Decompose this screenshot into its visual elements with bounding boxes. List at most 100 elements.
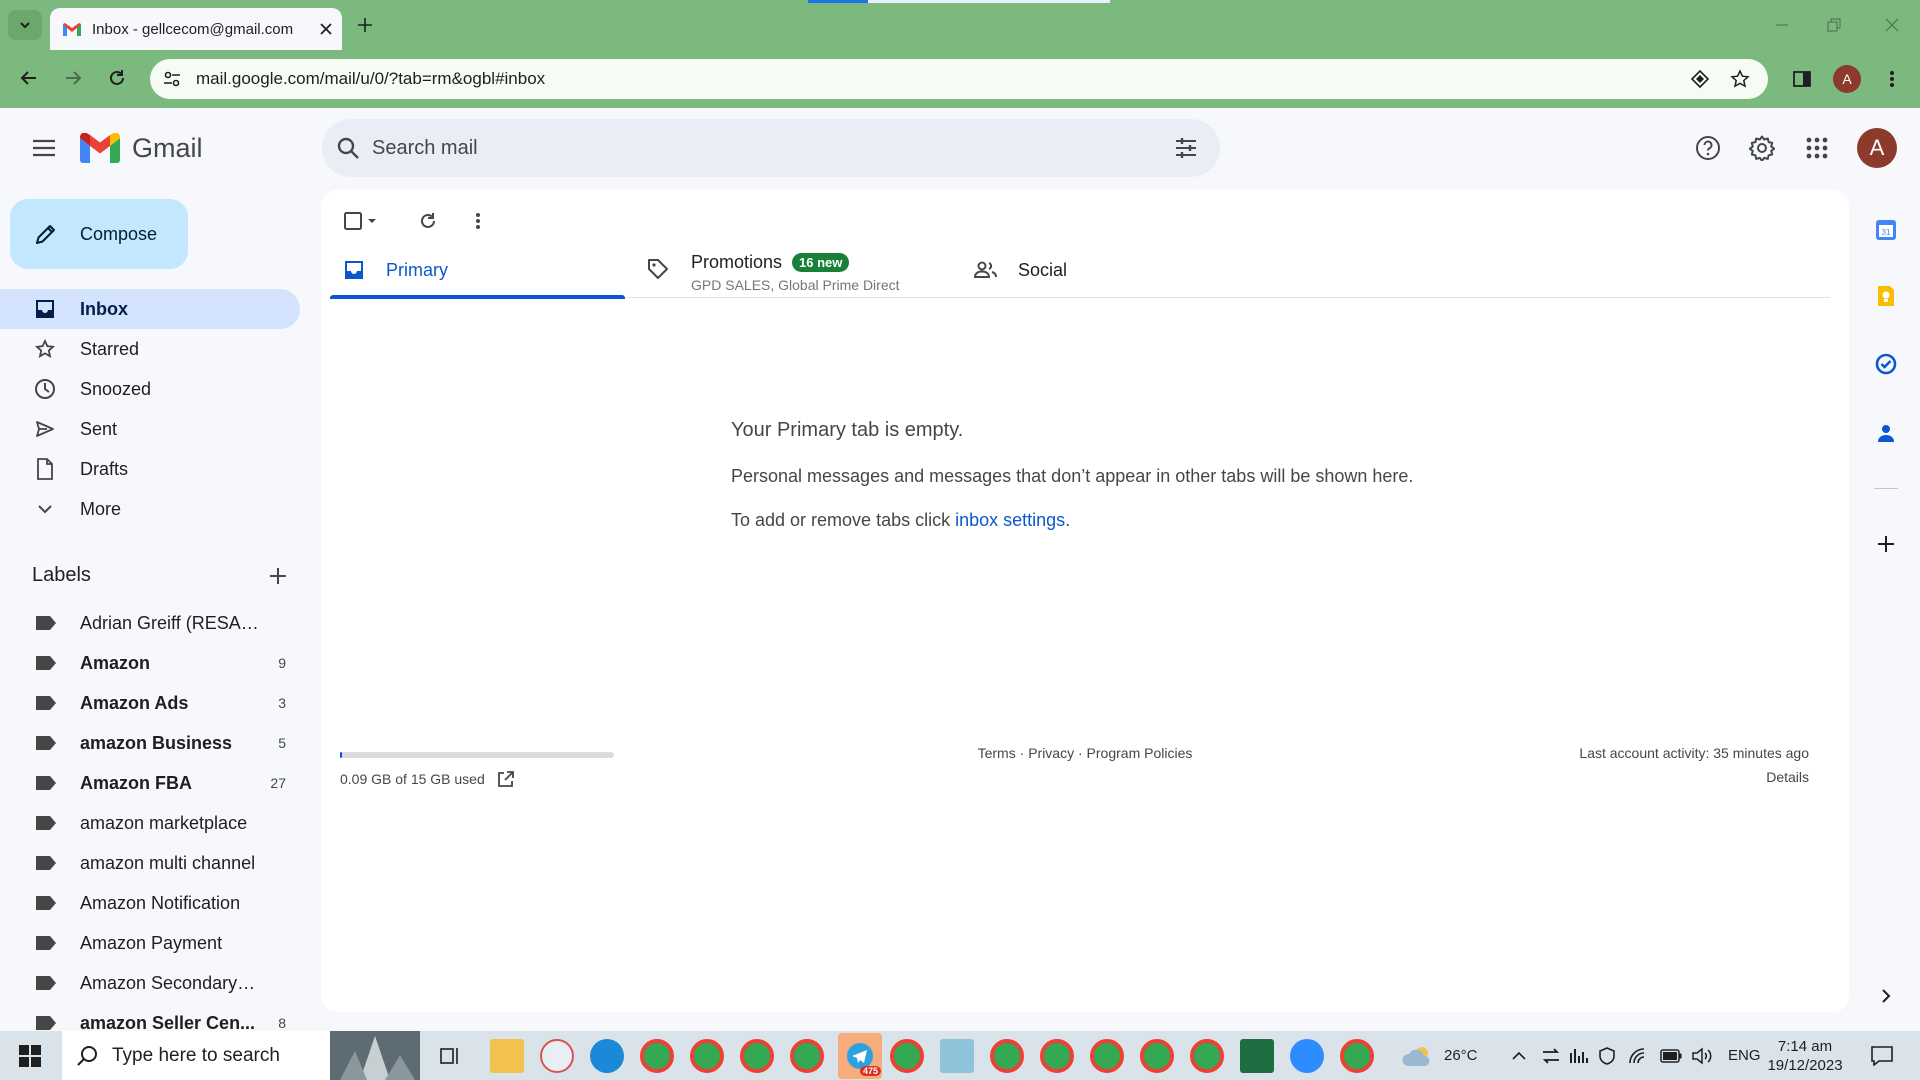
tab-social[interactable]: Social [970,242,1250,298]
chrome-taskbar-icon[interactable] [1140,1039,1174,1073]
address-bar[interactable]: mail.google.com/mail/u/0/?tab=rm&ogbl#in… [150,59,1768,99]
get-addons-button[interactable] [1862,520,1910,568]
label-item[interactable]: amazon Business 5 [0,723,300,763]
label-item[interactable]: Amazon Notification [0,883,300,923]
nav-item-snoozed[interactable]: Snoozed [0,369,300,409]
clock-date: 19/12/2023 [1767,1056,1843,1074]
create-label-button[interactable] [262,560,294,592]
bookmark-star-icon[interactable] [1730,69,1750,89]
chrome-taskbar-icon[interactable] [790,1039,824,1073]
side-panel-button[interactable] [1786,63,1818,95]
search-options-icon[interactable] [1174,136,1198,160]
minimize-button[interactable] [1762,10,1802,40]
activity-icon [1570,1048,1588,1063]
chrome-taskbar-icon[interactable] [740,1039,774,1073]
label-item[interactable]: Adrian Greiff (RESALE C... [0,603,300,643]
nav-item-inbox[interactable]: Inbox [0,289,300,329]
calendar-app-button[interactable]: 31 [1862,206,1910,254]
gmail-logo[interactable]: Gmail [80,130,203,166]
label-tag-icon [36,776,56,790]
forward-button[interactable] [56,61,90,95]
label-name: Amazon Secondary Invit... [80,972,260,993]
details-link[interactable]: Details [1579,769,1809,785]
nav-item-starred[interactable]: Starred [0,329,300,369]
chrome-taskbar-icon[interactable] [890,1039,924,1073]
chrome-taskbar-icon[interactable] [690,1039,724,1073]
gmail-m-icon [80,133,120,163]
nav-item-sent[interactable]: Sent [0,409,300,449]
file-explorer-taskbar-icon[interactable] [490,1039,524,1073]
account-avatar[interactable]: A [1857,128,1897,168]
label-count: 27 [270,775,286,791]
show-side-panel-button[interactable] [1862,972,1910,1020]
inbox-settings-link[interactable]: inbox settings [955,510,1065,530]
restore-icon [1827,18,1841,32]
restore-button[interactable] [1814,10,1854,40]
edge-taskbar-icon[interactable] [590,1039,624,1073]
label-item[interactable]: Amazon FBA 27 [0,763,300,803]
close-window-button[interactable] [1872,10,1912,40]
app-taskbar-icon[interactable] [940,1039,974,1073]
system-tray-icons[interactable]: ENG [1512,1031,1761,1080]
taskbar-search-box[interactable]: Type here to search [62,1031,420,1080]
refresh-button[interactable] [411,204,445,238]
site-info-icon[interactable] [162,69,182,89]
tab-search-button[interactable] [8,10,42,40]
windows-taskbar: Type here to search 475 26°C ENG 7:14 am… [0,1031,1920,1080]
chrome-taskbar-icon[interactable] [990,1039,1024,1073]
search-input[interactable]: Search mail [372,137,1174,160]
telegram-taskbar-icon[interactable]: 475 [838,1033,882,1079]
select-all-checkbox[interactable] [339,204,383,238]
task-view-button[interactable] [430,1039,470,1073]
reload-button[interactable] [100,61,134,95]
gmail-favicon-icon [63,23,81,36]
keep-app-button[interactable] [1862,272,1910,320]
labels-heading: Labels [32,564,91,586]
app-taskbar-icon[interactable] [540,1039,574,1073]
chrome-taskbar-icon[interactable] [1190,1039,1224,1073]
compose-button[interactable]: Compose [10,199,188,269]
label-item[interactable]: Amazon Payment [0,923,300,963]
zoom-taskbar-icon[interactable] [1290,1039,1324,1073]
search-icon[interactable] [336,136,360,160]
label-item[interactable]: Amazon Ads 3 [0,683,300,723]
chrome-taskbar-icon[interactable] [640,1039,674,1073]
main-menu-button[interactable] [24,128,64,168]
back-button[interactable] [12,61,46,95]
close-tab-icon[interactable] [320,23,332,35]
tab-promotions[interactable]: Promotions 16 new GPD SALES, Global Prim… [643,242,943,298]
search-bar[interactable]: Search mail [322,119,1220,177]
weather-widget[interactable]: 26°C [1402,1031,1478,1080]
label-item[interactable]: amazon multi channel [0,843,300,883]
label-item[interactable]: Amazon Secondary Invit... [0,963,300,1003]
tasks-app-button[interactable] [1862,340,1910,388]
google-apps-button[interactable] [1797,128,1837,168]
support-button[interactable] [1688,128,1728,168]
label-item[interactable]: amazon marketplace [0,803,300,843]
program-policies-link[interactable]: Program Policies [1087,745,1193,761]
more-actions-button[interactable] [461,204,495,238]
nav-label-sent: Sent [80,418,118,439]
chrome-taskbar-icon[interactable] [1090,1039,1124,1073]
tab-primary[interactable]: Primary [330,242,625,299]
profile-avatar[interactable]: A [1833,65,1861,93]
tab-social-label: Social [1018,259,1068,280]
open-external-icon[interactable] [497,770,515,788]
nav-item-more[interactable]: More [0,489,300,529]
privacy-link[interactable]: Privacy [1028,745,1074,761]
nav-item-drafts[interactable]: Drafts [0,449,300,489]
browser-tab-inbox[interactable]: Inbox - gellcecom@gmail.com [50,8,342,50]
settings-button[interactable] [1742,128,1782,168]
new-tab-button[interactable] [352,12,378,38]
chrome-taskbar-icon[interactable] [1340,1039,1374,1073]
extension-icon[interactable] [1690,69,1710,89]
clock[interactable]: 7:14 am 19/12/2023 [1767,1031,1843,1080]
chrome-taskbar-icon[interactable] [1040,1039,1074,1073]
contacts-app-button[interactable] [1862,409,1910,457]
notifications-button[interactable] [1862,1039,1902,1073]
browser-menu-button[interactable] [1876,63,1908,95]
terms-link[interactable]: Terms [978,745,1016,761]
excel-taskbar-icon[interactable] [1240,1039,1274,1073]
label-item[interactable]: Amazon 9 [0,643,300,683]
start-button[interactable] [10,1039,50,1073]
